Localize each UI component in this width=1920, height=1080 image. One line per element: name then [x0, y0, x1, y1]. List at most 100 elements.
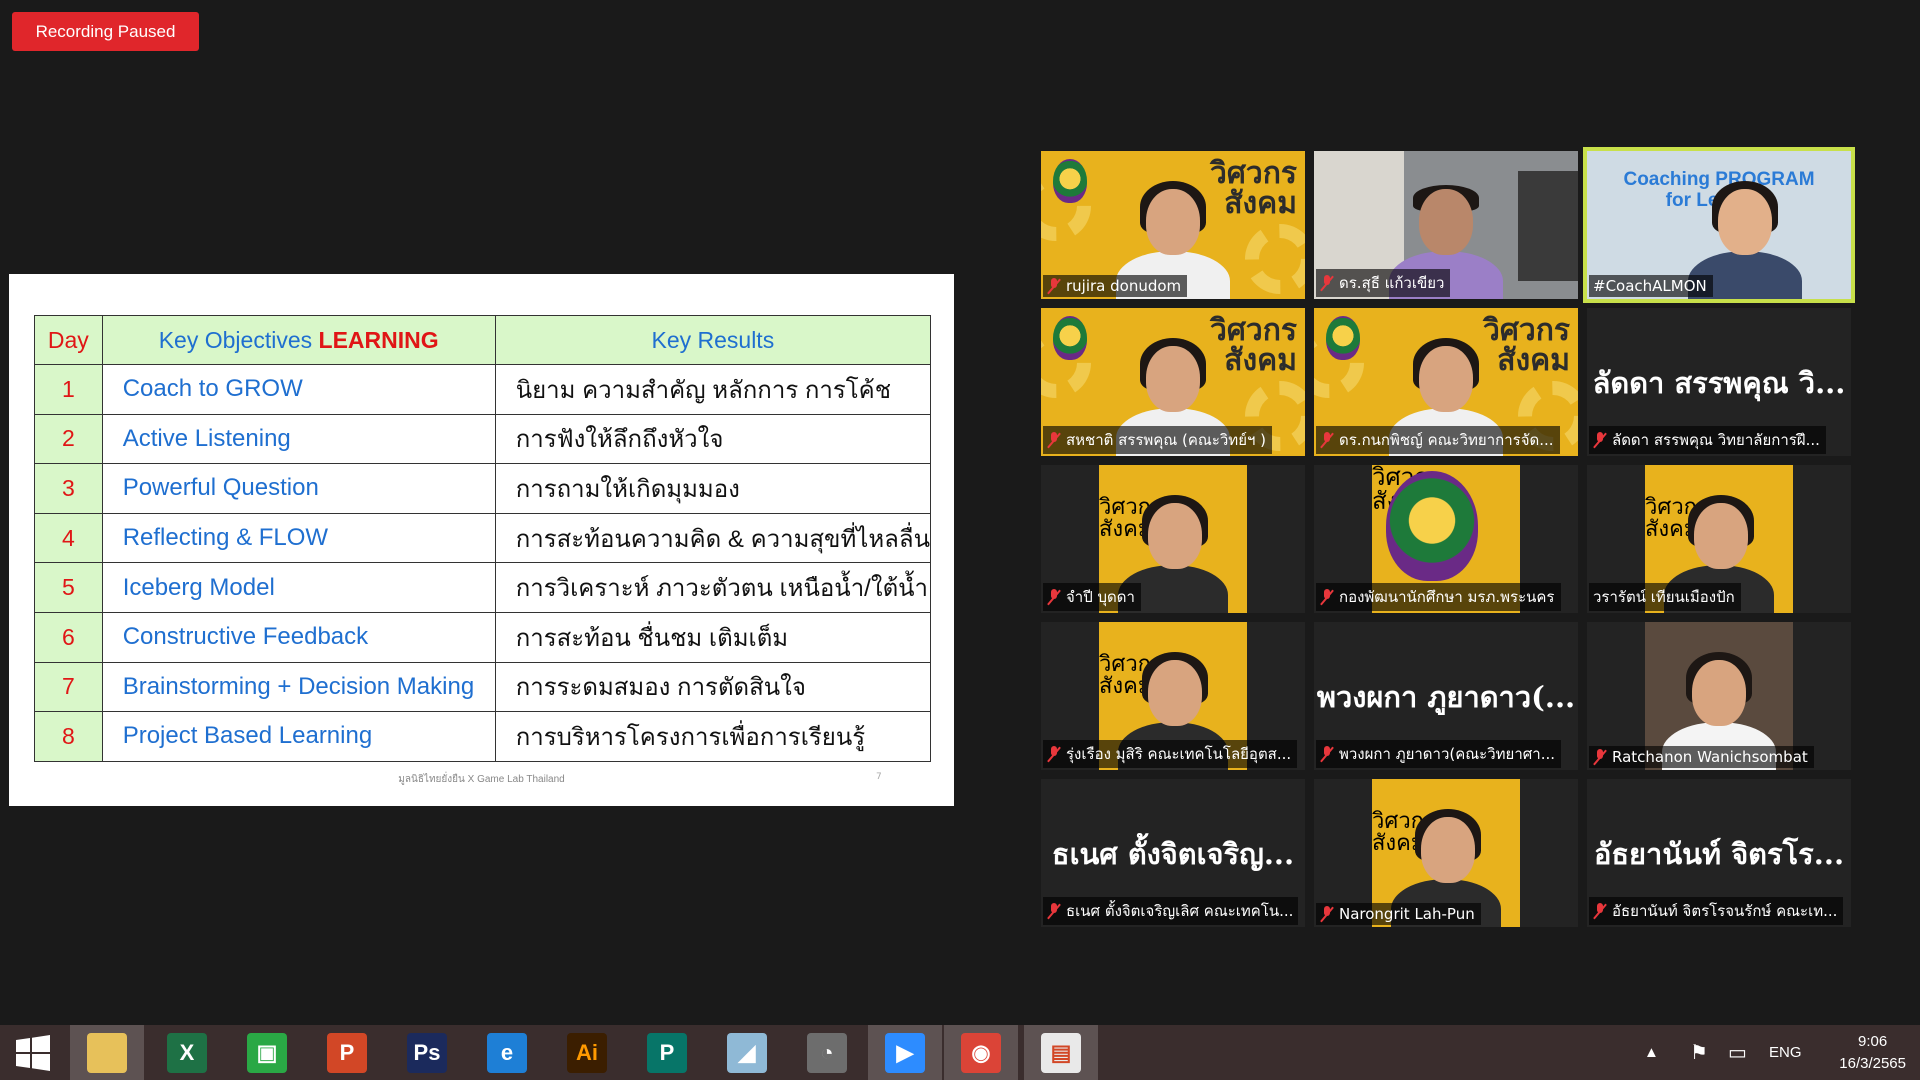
- taskbar-app-button[interactable]: [70, 1025, 144, 1080]
- recording-paused-badge[interactable]: Recording Paused: [12, 12, 199, 51]
- network-icon[interactable]: ▭: [1728, 1025, 1747, 1080]
- taskbar-app-button[interactable]: P: [310, 1025, 384, 1080]
- objective-row: 4 Reflecting & FLOW การสะท้อนความคิด & ควา…: [34, 512, 932, 564]
- chevron-up-icon: ▲: [1644, 1044, 1659, 1061]
- photoscape-icon: ◔: [807, 1032, 847, 1073]
- taskbar-app-button[interactable]: Ai: [550, 1025, 624, 1080]
- participant-tile[interactable]: Ratchanon Wanichsombat: [1587, 622, 1851, 770]
- participant-name: Ratchanon Wanichsombat: [1612, 748, 1808, 766]
- system-clock[interactable]: 9:06 16/3/2565: [1839, 1031, 1906, 1075]
- participant-tile[interactable]: ลัดดา สรรพคุณ วิ... ลัดดา สรรพคุณ วิทยาลั…: [1587, 308, 1851, 456]
- taskbar-app-button[interactable]: ▤: [1024, 1025, 1098, 1080]
- excel-icon: X: [167, 1032, 207, 1073]
- row-result: การวิเคราะห์ ภาวะตัวตน เหนือน้ำ/ใต้น้ำ: [494, 562, 932, 613]
- row-objective: Iceberg Model: [101, 562, 496, 613]
- participant-display-name: อัธยานันท์ จิตรโร...: [1593, 837, 1845, 871]
- university-logo-icon: [1326, 316, 1360, 360]
- participant-tile[interactable]: วิศวกร สังคมกองพัฒนานักศึกษา มรภ.พระนคร: [1314, 465, 1578, 613]
- participant-name: ลัดดา สรรพคุณ วิทยาลัยการฝึ...: [1612, 431, 1820, 449]
- zoom-meeting-window: Recording Paused Day Key Objectives LEAR…: [0, 0, 1920, 1025]
- participant-name: rujira donudom: [1066, 277, 1182, 295]
- participant-name-tag: รุ่งเรือง มุสิริ คณะเทคโนโลยีอุตส...: [1043, 740, 1298, 768]
- header-learning-highlight: LEARNING: [318, 326, 439, 353]
- participant-name: พวงผกา ภูยาดาว(คณะวิทยาศา...: [1339, 745, 1556, 763]
- participant-tile[interactable]: วิศวกร สังคม ดร.กนกพิชญ์ คณะวิทยาการจัด..…: [1314, 308, 1578, 456]
- mic-muted-icon: [1320, 275, 1334, 291]
- participant-tile[interactable]: ดร.สุธี แก้วเขียว: [1314, 151, 1578, 299]
- row-objective: Constructive Feedback: [101, 611, 496, 663]
- mic-muted-icon: [1047, 746, 1061, 762]
- taskbar-app-button[interactable]: P: [630, 1025, 704, 1080]
- participant-name: ธเนศ ตั้งจิตเจริญเลิศ คณะเทคโน...: [1066, 902, 1294, 920]
- participant-name: Narongrit Lah-Pun: [1339, 905, 1475, 923]
- participant-name-tag: อัธยานันท์ จิตรโรจนรักษ์ คณะเท...: [1589, 897, 1844, 925]
- taskbar-app-button[interactable]: ◔: [790, 1025, 864, 1080]
- participant-display-name: ธเนศ ตั้งจิตเจริญ...: [1051, 837, 1295, 871]
- university-logo-icon: [1053, 159, 1087, 203]
- mic-muted-icon: [1320, 432, 1334, 448]
- participant-name-tag: ลัดดา สรรพคุณ วิทยาลัยการฝึ...: [1589, 426, 1826, 454]
- row-objective: Reflecting & FLOW: [101, 512, 496, 564]
- participant-name: #CoachALMON: [1593, 277, 1707, 295]
- taskbar-app-button[interactable]: ▶: [868, 1025, 942, 1080]
- participant-name: รุ่งเรือง มุสิริ คณะเทคโนโลยีอุตส...: [1066, 745, 1292, 763]
- participant-tile[interactable]: Coaching PROGRAM for Lecturer#CoachALMON: [1583, 147, 1855, 303]
- participant-tile[interactable]: อัธยานันท์ จิตรโร... อัธยานันท์ จิตรโรจนร…: [1587, 779, 1851, 927]
- action-center-flag-icon[interactable]: ⚑: [1690, 1025, 1708, 1080]
- windows-logo-icon: [16, 1034, 50, 1071]
- header-key-objectives: Key Objectives LEARNING: [101, 315, 496, 365]
- taskbar-app-button[interactable]: Ps: [390, 1025, 464, 1080]
- objective-row: 2 Active Listening การฟังให้ลึกถึงหัวใจ: [34, 413, 932, 465]
- participant-name: กองพัฒนานักศึกษา มรภ.พระนคร: [1339, 588, 1555, 606]
- row-result: การสะท้อนความคิด & ความสุขที่ไหลลื่น: [494, 512, 932, 564]
- participant-tile[interactable]: วิศวกร สังคม rujira donudom: [1041, 151, 1305, 299]
- participant-name: จำปี บุดดา: [1066, 588, 1135, 606]
- taskbar-app-button[interactable]: e: [470, 1025, 544, 1080]
- participant-name-tag: พวงผกา ภูยาดาว(คณะวิทยาศา...: [1316, 740, 1562, 768]
- taskbar-app-button[interactable]: ◢: [710, 1025, 784, 1080]
- header-key-results: Key Results: [494, 315, 932, 365]
- store-icon: ▣: [247, 1032, 287, 1073]
- learning-objectives-table: Day Key Objectives LEARNING Key Results …: [34, 315, 932, 762]
- row-result: การฟังให้ลึกถึงหัวใจ: [494, 413, 932, 465]
- participant-tile[interactable]: วิศวกร สังคม รุ่งเรือง มุสิริ คณะเทคโนโลย…: [1041, 622, 1305, 770]
- row-objective: Powerful Question: [101, 463, 496, 514]
- participant-tile[interactable]: พวงผกา ภูยาดาว(... พวงผกา ภูยาดาว(คณะวิทย…: [1314, 622, 1578, 770]
- taskbar-app-button[interactable]: ▣: [230, 1025, 304, 1080]
- row-day: 7: [34, 661, 103, 713]
- row-result: การระดมสมอง การตัดสินใจ: [494, 661, 932, 713]
- participant-tile[interactable]: วิศวกร สังคม สหชาติ สรรพคุณ (คณะวิทย์ฯ ): [1041, 308, 1305, 456]
- participant-name-tag: สหชาติ สรรพคุณ (คณะวิทย์ฯ ): [1043, 426, 1273, 454]
- row-objective: Coach to GROW: [101, 364, 496, 415]
- row-day: 8: [34, 711, 103, 762]
- shared-screen-slide: Day Key Objectives LEARNING Key Results …: [9, 274, 954, 806]
- internet-explorer-icon: e: [487, 1032, 527, 1073]
- participant-tile[interactable]: วิศวกร สังคม Narongrit Lah-Pun: [1314, 779, 1578, 927]
- show-hidden-icons-button[interactable]: ▲: [1644, 1025, 1659, 1080]
- powerpoint-icon: P: [327, 1032, 367, 1073]
- participant-tile[interactable]: วิศวกร สังคม วรารัตน์ เทียนเมืองปัก: [1587, 465, 1851, 613]
- clock-time: 9:06: [1858, 1033, 1888, 1050]
- objective-row: 5 Iceberg Model การวิเคราะห์ ภาวะตัวตน เหน…: [34, 562, 932, 613]
- row-result: นิยาม ความสำคัญ หลักการ การโค้ช: [494, 364, 932, 415]
- taskbar-app-button[interactable]: ◉: [944, 1025, 1018, 1080]
- start-button[interactable]: [0, 1025, 66, 1080]
- mic-muted-icon: [1320, 906, 1334, 922]
- participant-name-tag: จำปี บุดดา: [1043, 583, 1141, 611]
- mic-muted-icon: [1593, 432, 1607, 448]
- objective-row: 8 Project Based Learning การบริหารโครงการเ…: [34, 711, 932, 762]
- taskbar-app-button[interactable]: X: [150, 1025, 224, 1080]
- input-language-indicator[interactable]: ENG: [1769, 1025, 1802, 1080]
- row-objective: Active Listening: [101, 413, 496, 465]
- mic-muted-icon: [1320, 589, 1334, 605]
- objective-row: 1 Coach to GROW นิยาม ความสำคัญ หลักการ กา…: [34, 364, 932, 415]
- photoshop-icon: Ps: [407, 1032, 447, 1073]
- participant-tile[interactable]: วิศวกร สังคม จำปี บุดดา: [1041, 465, 1305, 613]
- illustrator-icon: Ai: [567, 1032, 607, 1073]
- objective-row: 6 Constructive Feedback การสะท้อน ชื่นชม เ…: [34, 611, 932, 663]
- participant-name: สหชาติ สรรพคุณ (คณะวิทย์ฯ ): [1066, 431, 1267, 449]
- participant-tile[interactable]: ธเนศ ตั้งจิตเจริญ... ธเนศ ตั้งจิตเจริญเลิ…: [1041, 779, 1305, 927]
- participant-name-tag: ธเนศ ตั้งจิตเจริญเลิศ คณะเทคโน...: [1043, 897, 1298, 925]
- participant-display-name: ลัดดา สรรพคุณ วิ...: [1592, 366, 1846, 400]
- notes-icon: ◢: [727, 1032, 767, 1073]
